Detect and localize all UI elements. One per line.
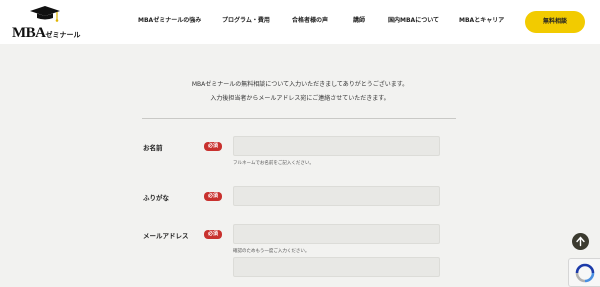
nav-testimonials[interactable]: 合格者様の声 (292, 16, 328, 26)
site-header: MBAゼミナール MBAゼミナールの強み プログラム・費用 合格者様の声 講師 … (0, 0, 600, 44)
intro-line-1: MBAゼミナールの無料相談について入力いただきましてありがとうございます。 (191, 81, 409, 88)
required-badge: 必須 (204, 142, 222, 151)
name-input[interactable] (233, 136, 440, 156)
nav-about-domestic-mba[interactable]: 国内MBAについて (388, 16, 439, 26)
email-confirm-hint: 確認のためもう一度ご入力ください。 (233, 249, 310, 254)
graduation-cap-icon (30, 6, 60, 22)
email-input[interactable] (233, 224, 440, 244)
nav-instructors[interactable]: 講師 (353, 16, 365, 26)
furigana-input[interactable] (233, 186, 440, 206)
free-consultation-button[interactable]: 無料相談 (525, 11, 585, 33)
logo-text: MBAゼミナール (12, 22, 81, 42)
scroll-top-button[interactable] (572, 233, 589, 250)
required-badge: 必須 (204, 230, 222, 239)
logo-seminar: ゼミナール (45, 31, 81, 39)
required-badge: 必須 (204, 192, 222, 201)
section-divider (142, 118, 456, 119)
logo-mba: MBA (12, 25, 46, 41)
email-confirm-input[interactable] (233, 257, 440, 277)
nav-program-fees[interactable]: プログラム・費用 (222, 16, 270, 26)
nav-mba-career[interactable]: MBAとキャリア (459, 16, 504, 26)
recaptcha-icon (575, 263, 595, 283)
recaptcha-badge[interactable] (568, 258, 600, 287)
nav-strengths[interactable]: MBAゼミナールの強み (138, 16, 201, 26)
intro-line-2: 入力後担当者からメールアドレス宛にご連絡させていただきます。 (210, 95, 390, 102)
email-label: メールアドレス (143, 232, 189, 240)
intro-text: MBAゼミナールの無料相談について入力いただきましてありがとうございます。 入力… (0, 78, 600, 106)
furigana-label: ふりがな (143, 194, 169, 202)
name-hint: フルネームでお名前をご記入ください。 (233, 161, 314, 166)
site-logo[interactable]: MBAゼミナール (12, 5, 82, 42)
name-label: お名前 (143, 144, 163, 152)
arrow-up-icon (576, 236, 585, 247)
